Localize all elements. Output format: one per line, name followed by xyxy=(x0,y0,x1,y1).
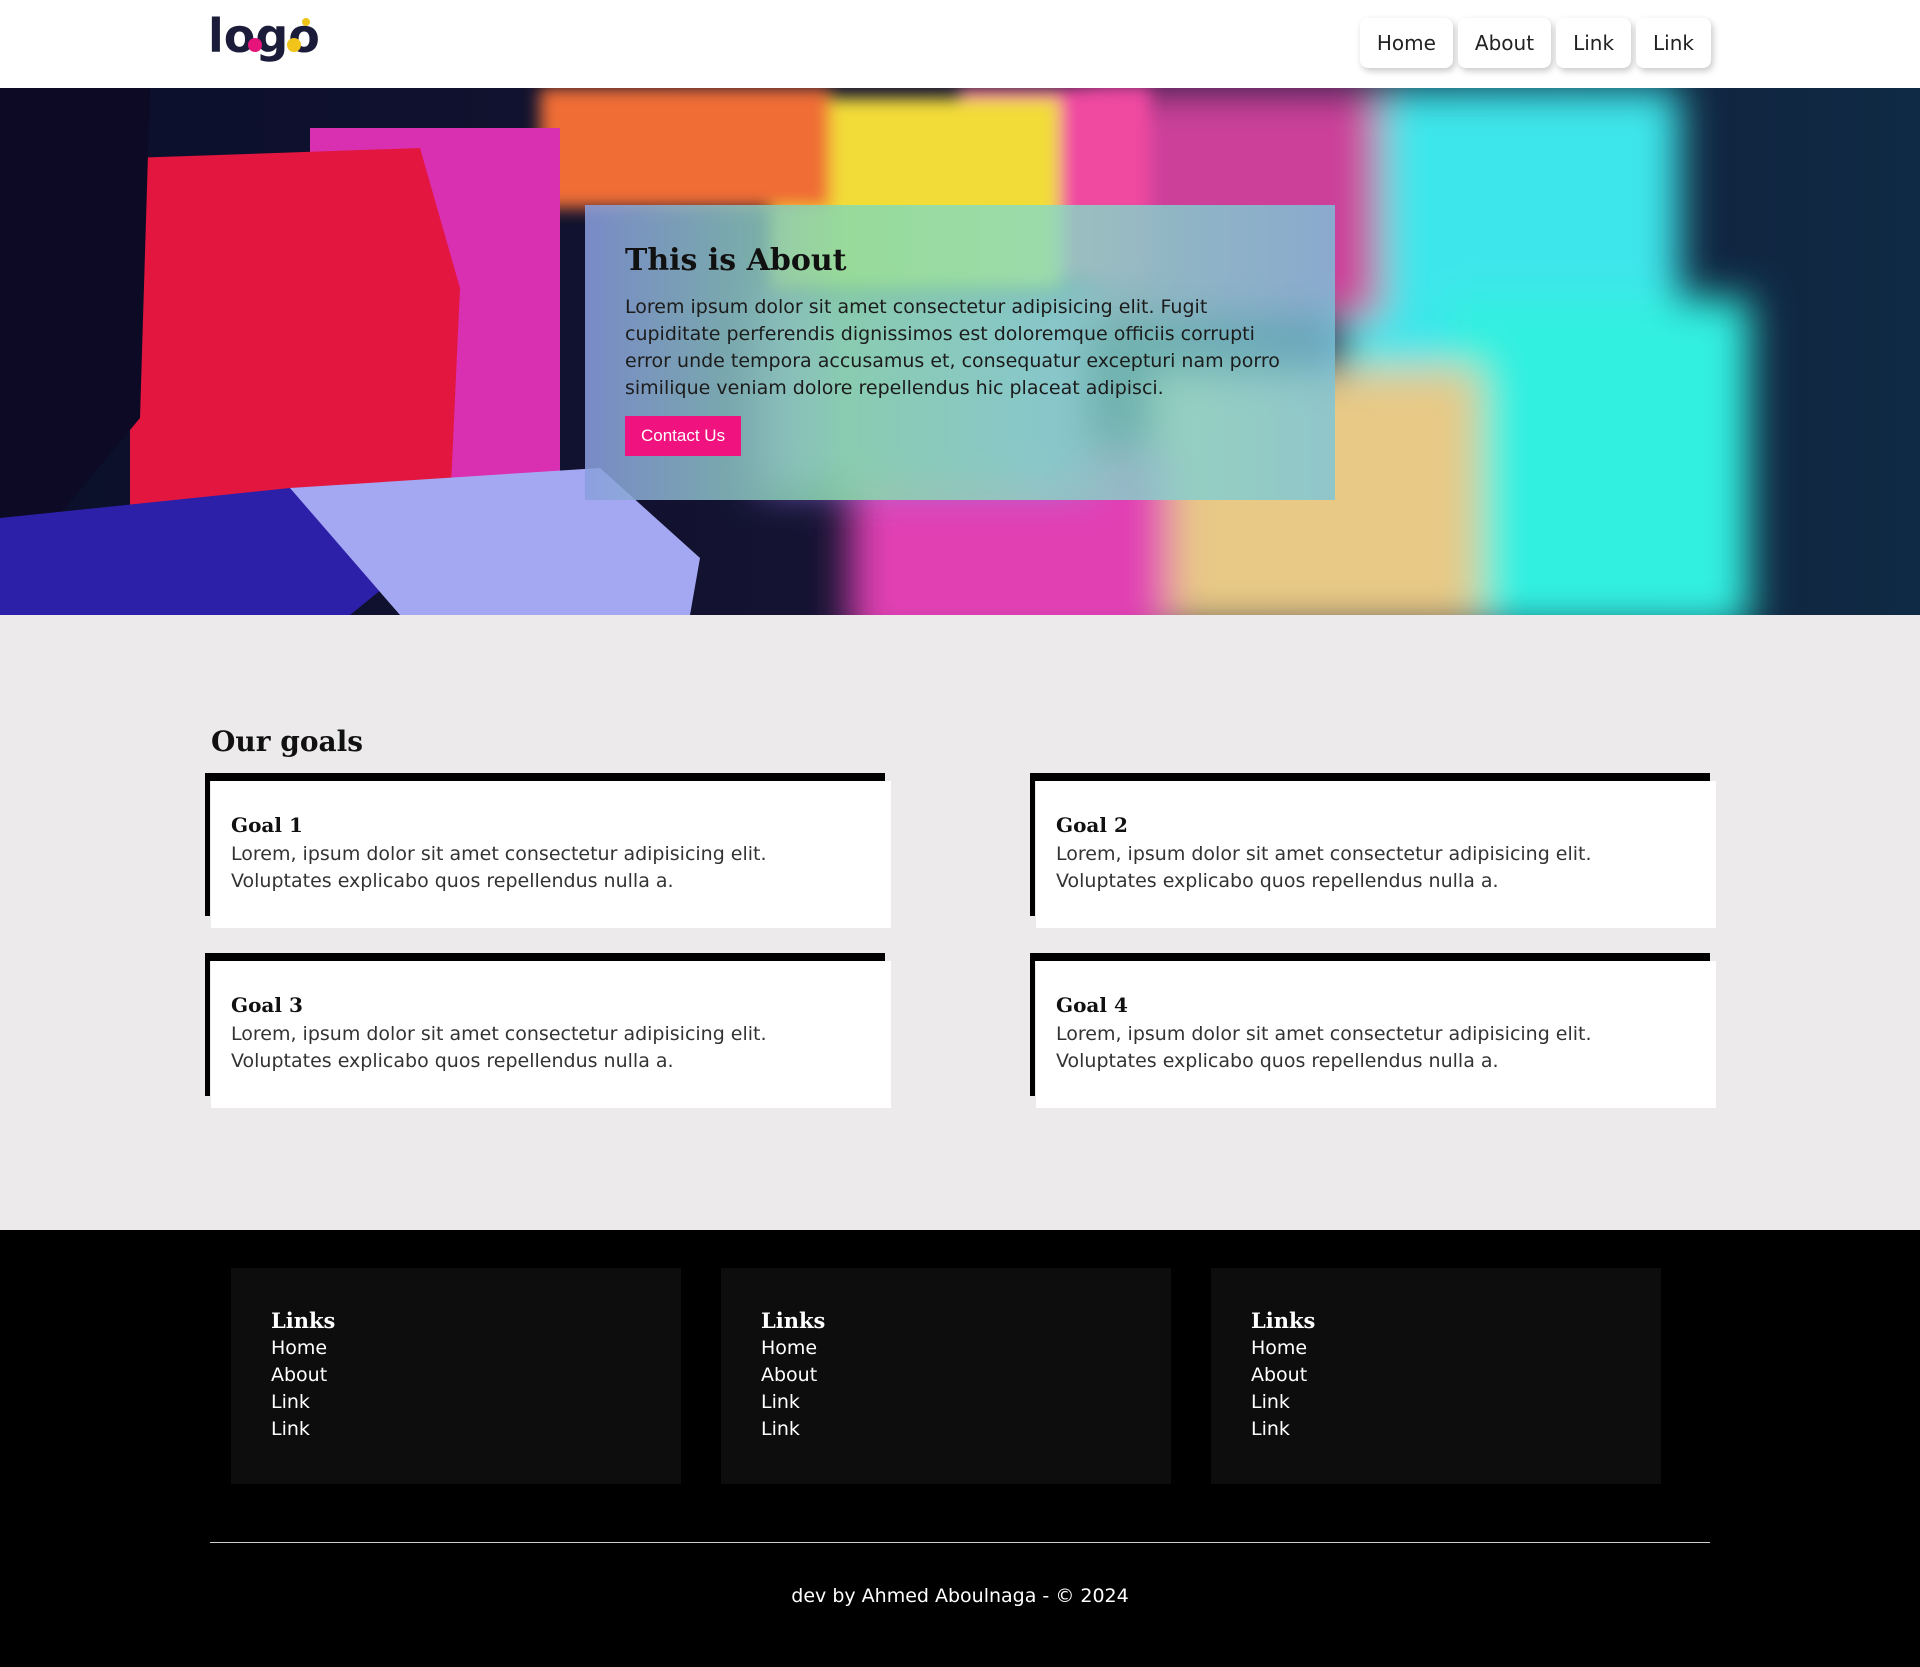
footer-column-3: Links Home About Link Link xyxy=(1211,1268,1661,1484)
hero-section: This is About Lorem ipsum dolor sit amet… xyxy=(0,88,1920,615)
goal-card-top-border xyxy=(1030,953,1710,961)
goal-title: Goal 2 xyxy=(1056,813,1128,837)
footer-link-home[interactable]: Home xyxy=(761,1335,1131,1362)
copyright-text: dev by Ahmed Aboulnaga - © 2024 xyxy=(791,1585,1129,1607)
goals-section: Our goals Goal 1 Lorem, ipsum dolor sit … xyxy=(0,615,1920,1230)
goal-card-top-border xyxy=(205,953,885,961)
goal-text: Lorem, ipsum dolor sit amet consectetur … xyxy=(1056,1023,1592,1072)
footer-link-about[interactable]: About xyxy=(271,1362,641,1389)
goal-title: Goal 3 xyxy=(231,993,303,1017)
footer-link[interactable]: Link xyxy=(761,1389,1131,1416)
nav-link-1[interactable]: Link xyxy=(1556,18,1632,68)
goal-card-2: Goal 2 Lorem, ipsum dolor sit amet conse… xyxy=(1030,773,1716,928)
footer-link-about[interactable]: About xyxy=(1251,1362,1621,1389)
goal-title: Goal 1 xyxy=(231,813,303,837)
main-nav: Home About Link Link xyxy=(1359,18,1711,68)
footer-link[interactable]: Link xyxy=(271,1416,641,1443)
nav-about[interactable]: About xyxy=(1457,18,1552,68)
goal-card-top-border xyxy=(1030,773,1710,781)
nav-home[interactable]: Home xyxy=(1359,18,1453,68)
site-footer: Links Home About Link Link Links Home Ab… xyxy=(0,1230,1920,1667)
footer-link-home[interactable]: Home xyxy=(271,1335,641,1362)
goal-card-1: Goal 1 Lorem, ipsum dolor sit amet conse… xyxy=(205,773,891,928)
svg-text:logo: logo xyxy=(208,14,318,63)
goal-card-left-border xyxy=(205,953,210,1096)
footer-link-about[interactable]: About xyxy=(761,1362,1131,1389)
goal-card-3: Goal 3 Lorem, ipsum dolor sit amet conse… xyxy=(205,953,891,1108)
goal-text: Lorem, ipsum dolor sit amet consectetur … xyxy=(1056,843,1592,892)
about-title: This is About xyxy=(625,243,847,278)
footer-column-2: Links Home About Link Link xyxy=(721,1268,1171,1484)
site-header: logo Home About Link Link xyxy=(0,0,1920,88)
nav-link-2[interactable]: Link xyxy=(1636,18,1711,68)
goal-card-4: Goal 4 Lorem, ipsum dolor sit amet conse… xyxy=(1030,953,1716,1108)
goals-title: Our goals xyxy=(211,725,364,758)
footer-column-1: Links Home About Link Link xyxy=(231,1268,681,1484)
goal-card-left-border xyxy=(205,773,210,916)
goal-text: Lorem, ipsum dolor sit amet consectetur … xyxy=(231,1023,767,1072)
footer-link[interactable]: Link xyxy=(1251,1416,1621,1443)
logo[interactable]: logo xyxy=(208,14,318,70)
footer-column-title: Links xyxy=(1251,1308,1316,1333)
footer-column-title: Links xyxy=(271,1308,336,1333)
contact-us-button[interactable]: Contact Us xyxy=(625,416,742,456)
footer-column-title: Links xyxy=(761,1308,826,1333)
about-card: This is About Lorem ipsum dolor sit amet… xyxy=(585,205,1335,500)
goal-card-left-border xyxy=(1030,953,1035,1096)
goal-card-top-border xyxy=(205,773,885,781)
footer-divider xyxy=(210,1542,1710,1543)
footer-link[interactable]: Link xyxy=(1251,1389,1621,1416)
footer-link[interactable]: Link xyxy=(761,1416,1131,1443)
goal-card-left-border xyxy=(1030,773,1035,916)
about-text: Lorem ipsum dolor sit amet consectetur a… xyxy=(625,296,1280,399)
goal-title: Goal 4 xyxy=(1056,993,1128,1017)
footer-link-home[interactable]: Home xyxy=(1251,1335,1621,1362)
footer-link[interactable]: Link xyxy=(271,1389,641,1416)
goal-text: Lorem, ipsum dolor sit amet consectetur … xyxy=(231,843,767,892)
